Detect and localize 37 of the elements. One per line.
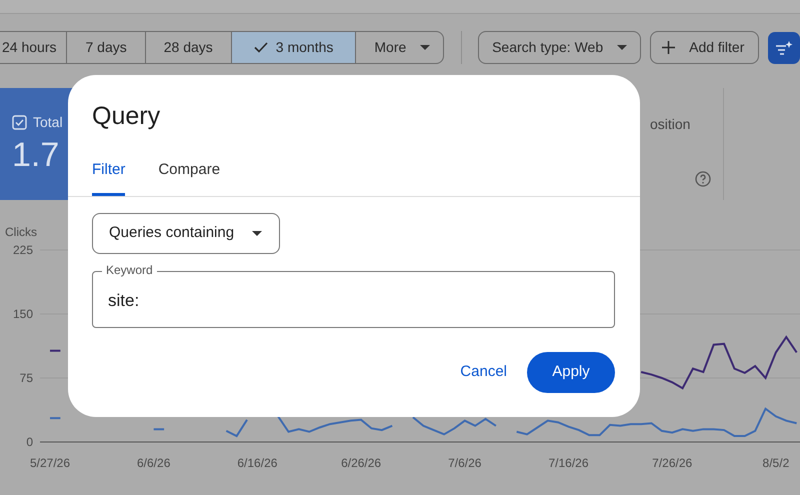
axis-label: 6/26/26 [341,456,382,470]
axis-label: 7/6/26 [448,456,482,470]
axis-label: 5/27/26 [30,456,70,470]
axis-title: Clicks [5,225,37,239]
dialog-title: Query [92,101,160,131]
axis-label: 7/16/26 [548,456,589,470]
filter-settings-button[interactable] [768,32,800,64]
caret-icon [420,45,430,50]
plus-icon [662,41,676,54]
date-range-chip[interactable]: 24 hours [0,32,68,63]
match-type-dropdown[interactable]: Queries containing [92,213,280,254]
more-dropdown[interactable]: More [356,32,444,63]
axis-label: 75 [20,371,33,385]
apply-button[interactable]: Apply [527,352,615,393]
card-label: osition [650,115,690,134]
checkbox-icon[interactable] [12,115,27,130]
axis-label: 225 [12,243,33,257]
caret-icon [252,231,262,236]
axis-label: 150 [12,307,33,321]
axis-label: 6/16/26 [237,456,278,470]
search-type-dropdown[interactable]: Search type: Web [478,31,642,64]
axis-label: 7/26/26 [652,456,692,470]
axis-label: 6/6/26 [137,456,170,470]
date-range-chip[interactable]: 7 days [67,32,146,63]
dialog-tab[interactable]: Compare [158,158,220,196]
field-label: Keyword [102,263,157,277]
caret-icon [617,45,628,50]
date-range-chip[interactable]: 3 months [232,32,356,63]
cancel-button[interactable]: Cancel [460,352,507,393]
check-icon [254,42,268,53]
axis-label: 0 [26,435,33,449]
card-value: 1.7 [12,135,60,175]
help-icon[interactable] [695,171,711,187]
axis-label: 8/5/2 [762,456,790,470]
sparkle-filter-icon [775,40,794,54]
add-filter-button[interactable]: Add filter [650,31,760,64]
card-label: Total [33,113,63,132]
